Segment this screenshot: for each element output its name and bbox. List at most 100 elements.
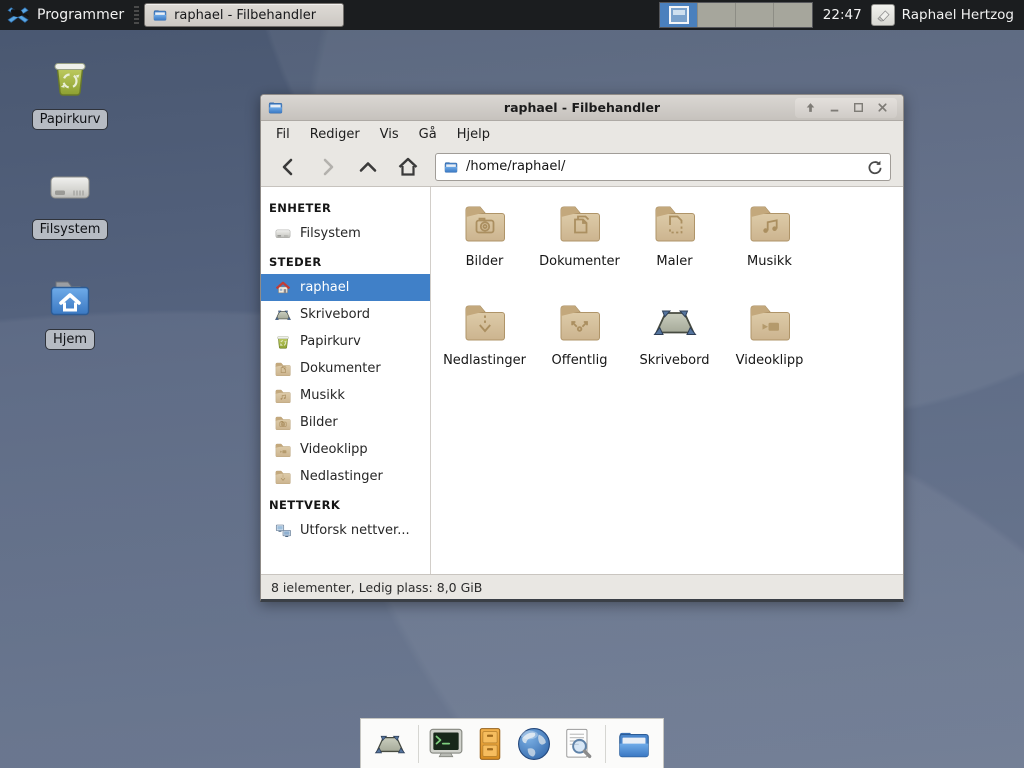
menu-help[interactable]: Hjelp (447, 124, 500, 145)
file-item-label: Musikk (747, 254, 792, 269)
trash-icon (46, 54, 94, 102)
titlebar[interactable]: raphael - Filbehandler (261, 95, 903, 121)
file-item-label: Dokumenter (539, 254, 620, 269)
back-button[interactable] (275, 154, 301, 180)
terminal-icon (427, 725, 465, 763)
path-bar[interactable]: /home/raphael/ (435, 153, 891, 181)
sidebar-item-music[interactable]: Musikk (261, 382, 430, 409)
sidebar-item-label: Skrivebord (300, 307, 370, 322)
minimize-button[interactable] (825, 100, 843, 116)
sidebar-item-label: Bilder (300, 415, 338, 430)
sidebar-item-downloads[interactable]: Nedlastinger (261, 463, 430, 490)
dock-search-button[interactable] (558, 724, 597, 764)
menu-file[interactable]: Fil (266, 124, 300, 145)
arrow-up-icon (804, 101, 817, 114)
file-view[interactable]: Bilder Dokumenter Maler Musikk Nedlastin… (431, 187, 903, 574)
menu-edit[interactable]: Rediger (300, 124, 370, 145)
sidebar-item-label: Videoklipp (300, 442, 368, 457)
status-text: 8 ielementer, Ledig plass: 8,0 GiB (271, 580, 482, 595)
sidebar-item-label: Dokumenter (300, 361, 381, 376)
sidebar-item-home[interactable]: raphael (261, 274, 430, 301)
file-item-videos[interactable]: Videoklipp (724, 298, 816, 397)
up-button[interactable] (355, 154, 381, 180)
window-body: ENHETER Filsystem STEDER raphael Skriveb… (261, 187, 903, 574)
user-name-button[interactable]: Raphael Hertzog (902, 7, 1014, 23)
window-controls (795, 98, 897, 118)
forward-button[interactable] (315, 154, 341, 180)
folder-pictures-icon (461, 199, 509, 247)
folder-music-icon (274, 387, 292, 405)
dock-web-browser-button[interactable] (515, 724, 554, 764)
dock-terminal-button[interactable] (427, 724, 466, 764)
sidebar-item-videos[interactable]: Videoklipp (261, 436, 430, 463)
folder-documents-icon (556, 199, 604, 247)
workspace-1[interactable] (660, 3, 698, 27)
drive-icon (274, 225, 292, 243)
web-browser-icon (515, 725, 553, 763)
file-item-label: Offentlig (552, 353, 608, 368)
dock-file-manager-button[interactable] (614, 724, 653, 764)
desktop-icon-label: Papirkurv (32, 109, 109, 130)
taskbar-window-button[interactable]: raphael - Filbehandler (144, 3, 344, 27)
folder-documents-icon (274, 360, 292, 378)
menubar: Fil Rediger Vis Gå Hjelp (261, 121, 903, 147)
file-cabinet-icon (472, 725, 508, 763)
file-item-label: Bilder (466, 254, 504, 269)
shade-button[interactable] (801, 100, 819, 116)
sidebar-item-label: Papirkurv (300, 334, 361, 349)
dock-show-desktop-button[interactable] (371, 724, 410, 764)
workspace-3[interactable] (736, 3, 774, 27)
file-item-downloads[interactable]: Nedlastinger (439, 298, 531, 397)
sidebar-item-filesystem[interactable]: Filsystem (261, 220, 430, 247)
files-grid: Bilder Dokumenter Maler Musikk Nedlastin… (431, 187, 903, 397)
sidebar-item-label: raphael (300, 280, 349, 295)
file-item-templates[interactable]: Maler (629, 199, 721, 298)
sidebar-item-browse-network[interactable]: Utforsk nettver... (261, 517, 430, 544)
sidebar-item-pictures[interactable]: Bilder (261, 409, 430, 436)
user-action-button[interactable] (871, 4, 895, 26)
desktop-icon-label: Hjem (45, 329, 95, 350)
drive-icon (46, 164, 94, 212)
file-item-public[interactable]: Offentlig (534, 298, 626, 397)
sidebar-item-desktop[interactable]: Skrivebord (261, 301, 430, 328)
menu-go[interactable]: Gå (409, 124, 447, 145)
file-item-music[interactable]: Musikk (724, 199, 816, 298)
file-item-desktop[interactable]: Skrivebord (629, 298, 721, 397)
desktop-icon-home[interactable]: Hjem (18, 274, 122, 350)
workspace-pager (659, 2, 813, 28)
file-item-label: Maler (656, 254, 692, 269)
file-item-documents[interactable]: Dokumenter (534, 199, 626, 298)
file-manager-window: raphael - Filbehandler Fil Rediger Vis G… (260, 94, 904, 602)
dock (360, 718, 664, 768)
file-item-pictures[interactable]: Bilder (439, 199, 531, 298)
dock-file-cabinet-button[interactable] (471, 724, 510, 764)
applications-menu[interactable]: Programmer (0, 0, 134, 30)
eraser-icon (874, 6, 892, 24)
sidebar-item-documents[interactable]: Dokumenter (261, 355, 430, 382)
panel-right: 22:47 Raphael Hertzog (659, 0, 1024, 30)
folder-pictures-icon (274, 414, 292, 432)
desktop-icon (651, 298, 699, 346)
folder-videos-icon (274, 441, 292, 459)
desktop-icon-trash[interactable]: Papirkurv (18, 54, 122, 130)
clock[interactable]: 22:47 (823, 7, 862, 23)
dock-separator (605, 725, 606, 763)
desktop-icon-filesystem[interactable]: Filsystem (18, 164, 122, 240)
folder-templates-icon (651, 199, 699, 247)
network-icon (274, 522, 292, 540)
menu-view[interactable]: Vis (370, 124, 409, 145)
workspace-2[interactable] (698, 3, 736, 27)
close-icon (876, 101, 889, 114)
maximize-button[interactable] (849, 100, 867, 116)
file-item-label: Skrivebord (639, 353, 709, 368)
path-text[interactable]: /home/raphael/ (466, 159, 860, 174)
document-search-icon (560, 725, 596, 763)
home-button[interactable] (395, 154, 421, 180)
reload-icon[interactable] (867, 159, 883, 175)
close-button[interactable] (873, 100, 891, 116)
folder-downloads-icon (461, 298, 509, 346)
sidebar-item-trash[interactable]: Papirkurv (261, 328, 430, 355)
folder-public-icon (556, 298, 604, 346)
workspace-4[interactable] (774, 3, 812, 27)
desktop-icon (274, 306, 292, 324)
